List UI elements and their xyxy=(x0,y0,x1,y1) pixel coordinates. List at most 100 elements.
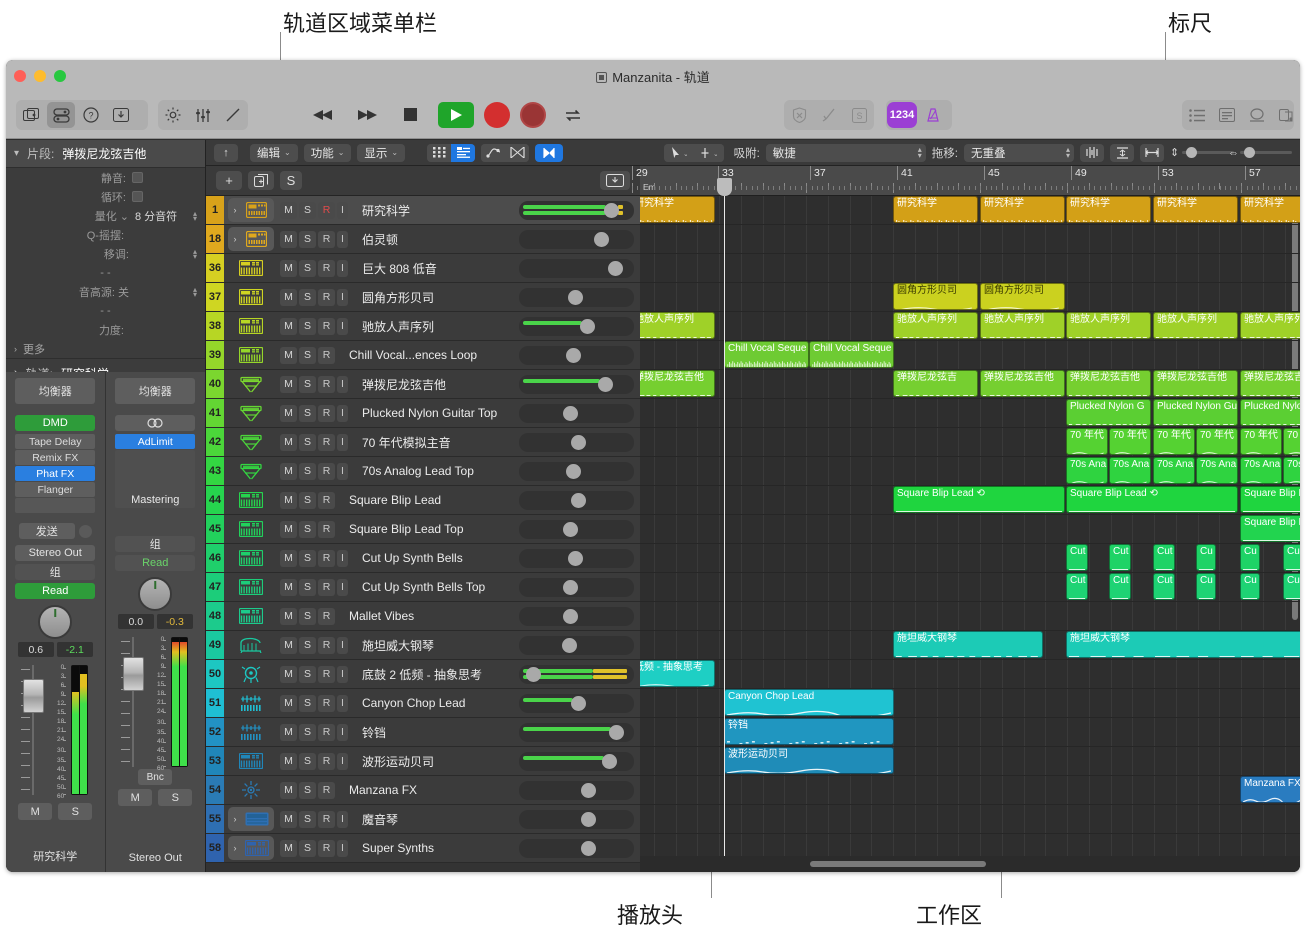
region[interactable]: Cu xyxy=(1283,573,1300,600)
record-button[interactable]: R xyxy=(318,694,335,712)
volume-value[interactable]: -2.1 xyxy=(56,642,93,657)
track-number[interactable]: 58 xyxy=(206,834,224,862)
track-number[interactable]: 1 xyxy=(206,196,224,224)
solo-button[interactable]: S xyxy=(299,317,316,335)
snap-popup[interactable]: 敏捷 ▴ ▾ xyxy=(765,143,926,162)
region[interactable]: 驰放人声序列 xyxy=(893,312,978,339)
solo-button[interactable]: S xyxy=(299,723,316,741)
region[interactable]: 研究科学 xyxy=(980,196,1065,223)
editor-icon[interactable] xyxy=(219,102,247,128)
track-name[interactable]: 底鼓 2 低频 - 抽象思考 xyxy=(362,666,519,683)
region[interactable]: 低频 - 抽象思考 xyxy=(640,660,715,687)
track-row[interactable]: 47 M S R I Cut Up Synth Bells Top xyxy=(206,573,640,602)
volume-knob[interactable] xyxy=(570,695,586,711)
region[interactable]: 70 年代 xyxy=(1240,428,1282,455)
horizontal-zoom-icon[interactable] xyxy=(1140,143,1164,162)
pan-value[interactable]: 0.6 xyxy=(17,642,54,657)
mute-button[interactable]: M xyxy=(280,665,297,683)
track-volume-slider[interactable] xyxy=(519,751,634,771)
input-monitor-button[interactable]: I xyxy=(337,549,348,567)
stereo-icon[interactable] xyxy=(115,415,196,431)
horizontal-scrollbar[interactable] xyxy=(640,856,1300,872)
record-button[interactable]: R xyxy=(318,607,335,625)
volume-knob[interactable] xyxy=(608,724,624,740)
mute-checkbox[interactable] xyxy=(132,172,143,183)
region[interactable]: Cu xyxy=(1240,573,1260,600)
loop-checkbox[interactable] xyxy=(132,191,143,202)
region[interactable]: 研究科学 xyxy=(1066,196,1151,223)
track-row[interactable]: 50 M S R I 底鼓 2 低频 - 抽象思考 xyxy=(206,660,640,689)
track-volume-slider[interactable] xyxy=(519,345,634,365)
track-name[interactable]: Plucked Nylon Guitar Top xyxy=(362,406,519,420)
volume-knob[interactable] xyxy=(568,289,584,305)
solo-button[interactable]: S xyxy=(299,781,316,799)
region[interactable]: Plucked Nylon G xyxy=(1066,399,1151,426)
volume-knob[interactable] xyxy=(602,753,618,769)
track-volume-slider[interactable] xyxy=(519,229,634,249)
region[interactable]: Cu xyxy=(1196,544,1216,571)
solo-button[interactable]: S xyxy=(299,288,316,306)
mute-button[interactable]: M xyxy=(280,752,297,770)
track-number[interactable]: 39 xyxy=(206,341,224,369)
pan-knob[interactable] xyxy=(138,577,173,611)
stop-button[interactable] xyxy=(394,102,428,128)
record-button[interactable]: R xyxy=(318,810,335,828)
track-row[interactable]: 44 M S R Square Blip Lead xyxy=(206,486,640,515)
track-name[interactable]: 波形运动贝司 xyxy=(362,753,519,770)
solo-button[interactable]: S xyxy=(299,665,316,683)
track-icon-container[interactable] xyxy=(228,401,274,425)
track-row[interactable]: 36 M S R I 巨大 808 低音 xyxy=(206,254,640,283)
region[interactable]: 研究科学 xyxy=(893,196,978,223)
region[interactable]: Plucked Nylo xyxy=(1240,399,1300,426)
track-name[interactable]: 巨大 808 低音 xyxy=(362,260,519,277)
track-name[interactable]: Cut Up Synth Bells Top xyxy=(362,580,519,594)
metronome-icon[interactable] xyxy=(919,102,947,128)
chevron-right-icon[interactable]: › xyxy=(234,234,243,244)
quantize-stepper[interactable]: ▴ ▾ xyxy=(193,209,197,222)
solo-button[interactable]: S xyxy=(299,752,316,770)
volume-knob[interactable] xyxy=(580,840,596,856)
track-icon-container[interactable] xyxy=(228,546,274,570)
mute-button[interactable]: M xyxy=(280,288,297,306)
mute-button[interactable]: M xyxy=(280,723,297,741)
track-number[interactable]: 41 xyxy=(206,399,224,427)
input-monitor-button[interactable]: I xyxy=(337,433,348,451)
region[interactable]: Cu xyxy=(1240,544,1260,571)
volume-knob[interactable] xyxy=(561,637,577,653)
pan-knob[interactable] xyxy=(38,605,73,639)
volume-knob[interactable] xyxy=(570,434,586,450)
mute-button[interactable]: M xyxy=(280,607,297,625)
solo-button[interactable]: S xyxy=(299,520,316,538)
record-button[interactable]: R xyxy=(318,259,335,277)
forward-button[interactable] xyxy=(350,102,384,128)
track-number[interactable]: 49 xyxy=(206,631,224,659)
region[interactable]: 研究科学 xyxy=(1240,196,1300,223)
param-pitch-source[interactable]: 音高源: 关 ▴ ▾ xyxy=(6,282,205,301)
input-monitor-button[interactable]: I xyxy=(337,230,348,248)
region[interactable]: 弹拨尼龙弦吉他 xyxy=(1153,370,1238,397)
region[interactable]: 驰放人声序列 xyxy=(1240,312,1300,339)
volume-knob[interactable] xyxy=(563,608,579,624)
region[interactable]: 驰放人声序列 xyxy=(640,312,715,339)
eq-display[interactable]: 均衡器 xyxy=(115,378,196,404)
menu-functions[interactable]: 功能 ⌄ xyxy=(303,143,352,162)
input-monitor-button[interactable]: I xyxy=(337,462,348,480)
region[interactable]: Canyon Chop Lead xyxy=(724,689,894,716)
transpose-stepper[interactable]: ▴ ▾ xyxy=(193,247,197,260)
track-number[interactable]: 46 xyxy=(206,544,224,572)
track-icon-container[interactable] xyxy=(228,517,274,541)
inspector-more-disclosure[interactable]: › 更多 xyxy=(6,339,205,358)
region[interactable]: 70 年代 xyxy=(1196,428,1238,455)
track-row[interactable]: 18 › M S R I 伯灵顿 xyxy=(206,225,640,254)
insert-slot-active[interactable]: Phat FX xyxy=(15,466,96,481)
list-icon[interactable] xyxy=(451,143,476,162)
track-volume-slider[interactable] xyxy=(519,519,634,539)
track-icon-container[interactable] xyxy=(228,720,274,744)
track-name[interactable]: 施坦威大钢琴 xyxy=(362,637,519,654)
region[interactable]: 70 xyxy=(1283,428,1300,455)
volume-knob[interactable] xyxy=(525,666,541,682)
solo-button[interactable]: S xyxy=(299,259,316,277)
track-volume-slider[interactable] xyxy=(519,780,634,800)
region[interactable]: 驰放人声序列 xyxy=(980,312,1065,339)
browsers-icon[interactable] xyxy=(17,102,45,128)
